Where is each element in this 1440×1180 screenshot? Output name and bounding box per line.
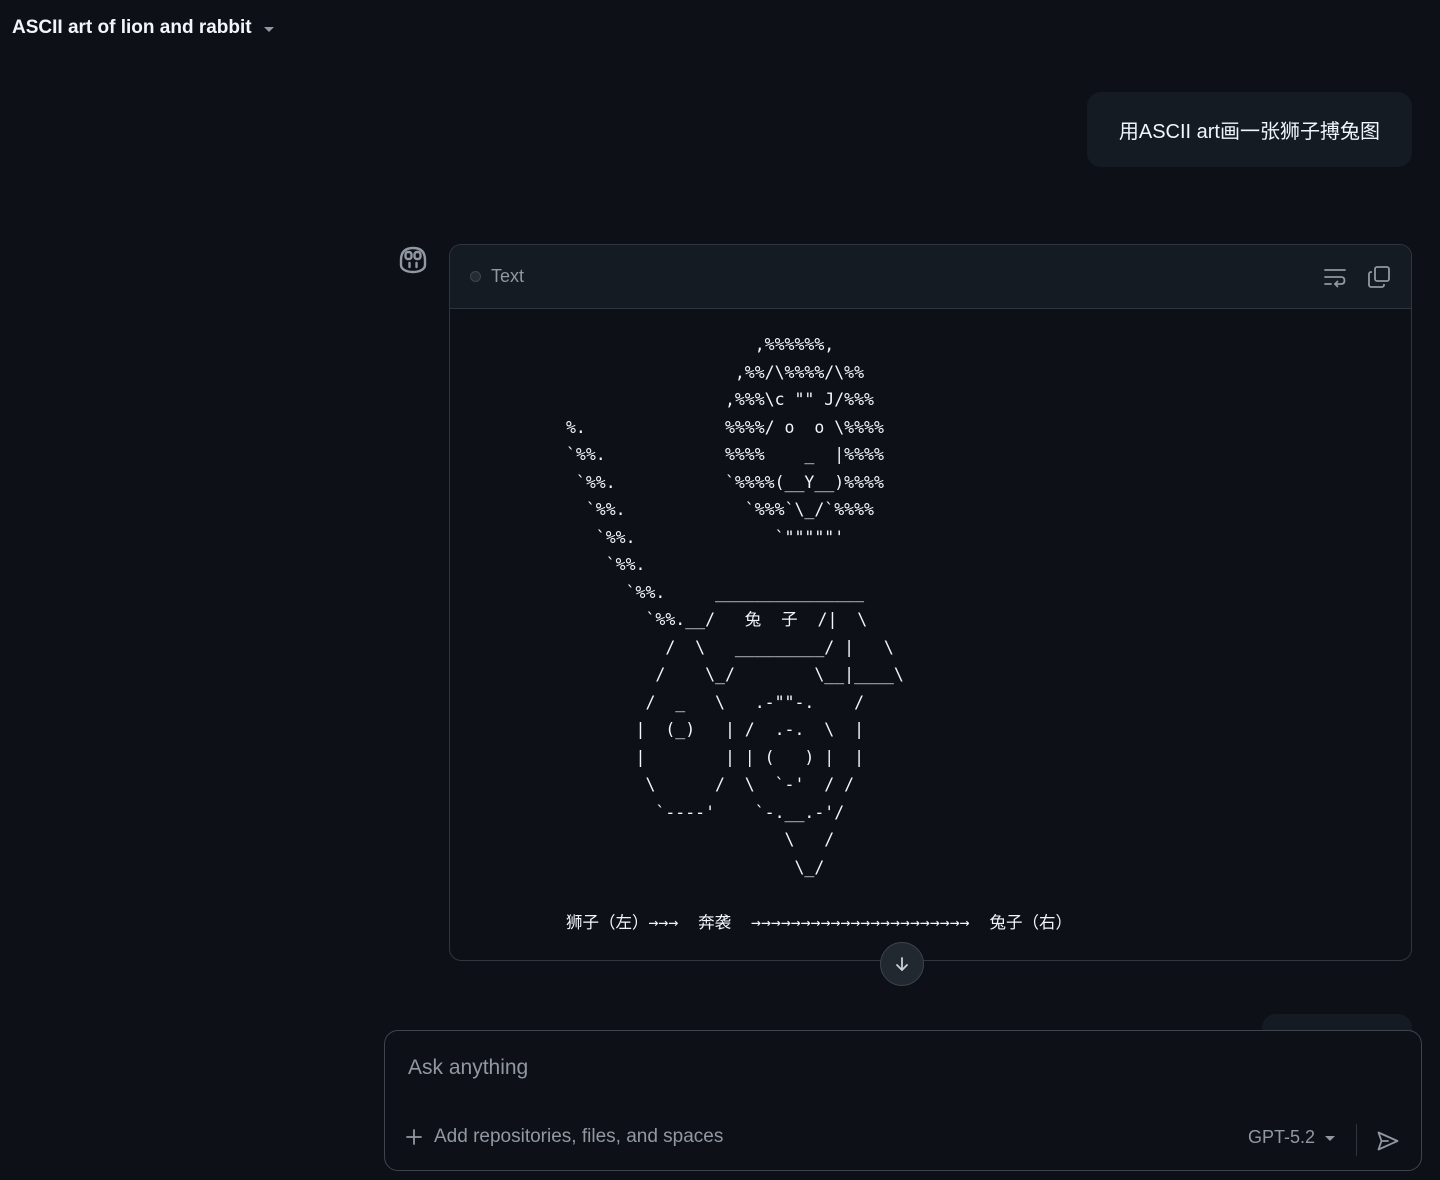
- copy-icon: [1368, 266, 1390, 288]
- add-context-button[interactable]: Add repositories, files, and spaces: [405, 1126, 723, 1148]
- conversation-title-menu[interactable]: ASCII art of lion and rabbit: [12, 14, 274, 42]
- word-wrap-icon: [1324, 269, 1346, 288]
- code-block-header: Text: [450, 245, 1411, 309]
- conversation-title: ASCII art of lion and rabbit: [12, 17, 252, 38]
- user-message-text: 用ASCII art画一张狮子搏兔图: [1118, 121, 1380, 143]
- prompt-input[interactable]: [406, 1055, 1390, 1081]
- plus-icon: [406, 1129, 422, 1145]
- language-dot-icon: [470, 271, 481, 282]
- composer-divider: [1356, 1124, 1357, 1156]
- code-block: Text ,%%%%%%, ,%%/\%%%%/\%% ,%%%\c "" J/…: [449, 244, 1412, 961]
- chevron-down-icon: [1325, 1136, 1335, 1141]
- ascii-art-content: ,%%%%%%, ,%%/\%%%%/\%% ,%%%\c "" J/%%% %…: [566, 335, 1072, 932]
- send-button[interactable]: [1373, 1126, 1403, 1156]
- copy-button[interactable]: [1365, 263, 1393, 291]
- arrow-down-icon: [896, 957, 908, 971]
- model-label: GPT-5.2: [1247, 1127, 1315, 1147]
- model-selector[interactable]: GPT-5.2: [1248, 1127, 1335, 1148]
- send-icon: [1377, 1131, 1399, 1151]
- word-wrap-button[interactable]: [1321, 263, 1349, 291]
- add-context-label: Add repositories, files, and spaces: [434, 1126, 724, 1147]
- chat-page: ASCII art of lion and rabbit 用ASCII art画…: [0, 0, 1440, 1180]
- chevron-down-icon: [263, 26, 274, 32]
- scroll-to-bottom-button[interactable]: [880, 942, 924, 986]
- code-language-label: Text: [491, 266, 525, 286]
- user-message: 用ASCII art画一张狮子搏兔图: [1086, 92, 1412, 167]
- message-composer: Add repositories, files, and spaces GPT-…: [384, 1030, 1422, 1171]
- copilot-icon: [396, 243, 430, 277]
